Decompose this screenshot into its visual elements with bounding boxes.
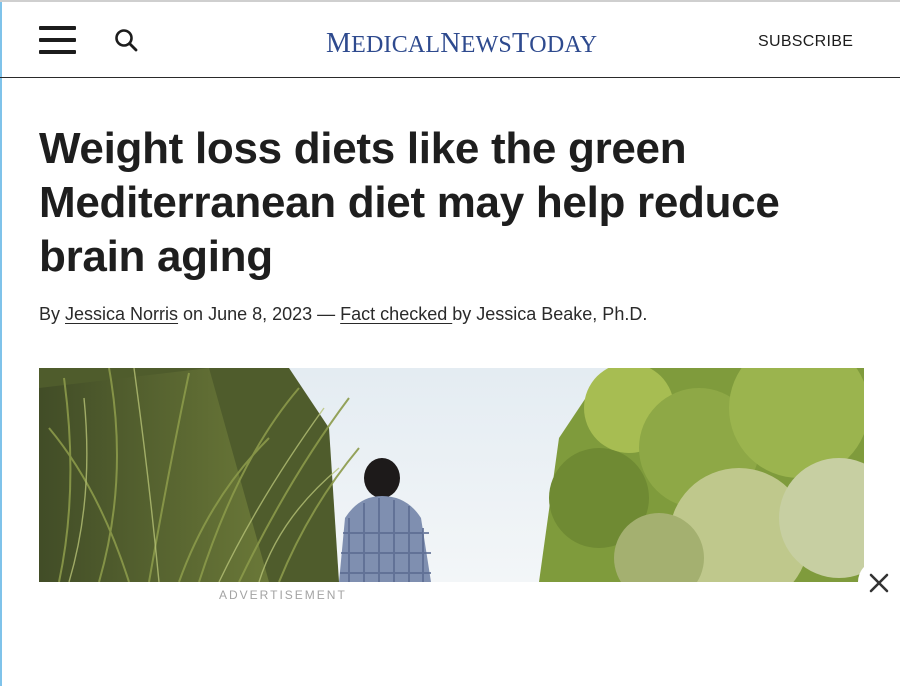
subscribe-link[interactable]: SUBSCRIBE <box>758 33 853 51</box>
site-logo[interactable]: MEDICALNEWSTODAY <box>326 28 597 59</box>
close-icon <box>869 573 889 593</box>
fact-checked-link[interactable]: Fact checked <box>340 304 452 324</box>
byline-by: By <box>39 304 66 324</box>
close-ad-button[interactable] <box>858 560 900 604</box>
byline-date: on June 8, 2023 — <box>178 304 341 324</box>
author-link[interactable]: Jessica Norris <box>65 304 178 324</box>
hamburger-menu-icon[interactable] <box>39 26 77 54</box>
site-header: MEDICALNEWSTODAY SUBSCRIBE <box>0 2 900 78</box>
article-headline: Weight loss diets like the green Mediter… <box>39 124 780 281</box>
advertisement-label: ADVERTISEMENT <box>219 588 347 602</box>
window-left-edge <box>0 0 2 686</box>
byline: By Jessica Norris on June 8, 2023 — Fact… <box>39 304 647 325</box>
byline-reviewer: by Jessica Beake, Ph.D. <box>452 304 648 324</box>
hero-image <box>39 368 864 582</box>
search-icon[interactable] <box>113 27 141 55</box>
